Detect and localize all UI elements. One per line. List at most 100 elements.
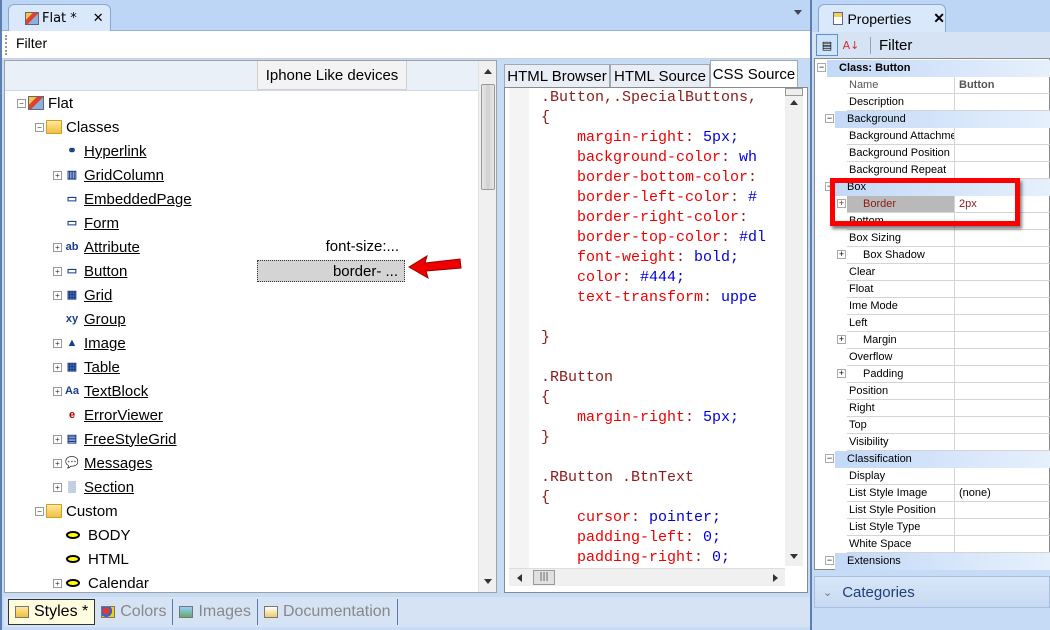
scrollbar-thumb[interactable]: ||| <box>533 570 555 585</box>
expand-icon[interactable]: + <box>53 170 62 180</box>
property-row[interactable]: Ime Mode <box>815 298 1050 315</box>
property-row[interactable]: + Padding <box>815 366 1050 383</box>
close-icon[interactable]: ✕ <box>93 11 104 26</box>
scroll-left-icon[interactable] <box>517 574 522 582</box>
property-value[interactable] <box>954 94 1050 111</box>
tree-vertical-scrollbar[interactable] <box>478 61 496 592</box>
tab-css-source[interactable]: CSS Source <box>710 60 798 88</box>
tree-item[interactable]: − Custom <box>35 500 118 522</box>
property-value[interactable] <box>954 536 1050 553</box>
property-row[interactable]: + Margin <box>815 332 1050 349</box>
property-value[interactable] <box>954 417 1050 434</box>
categorized-view-icon[interactable]: ▤ <box>816 34 838 56</box>
collapse-icon[interactable]: − <box>17 98 26 108</box>
property-row[interactable]: Right <box>815 400 1050 417</box>
scrollbar-thumb[interactable] <box>481 84 495 190</box>
property-category[interactable]: − Background <box>815 111 1050 128</box>
css-source-editor[interactable]: .Button,.SpecialButtons, { margin-right: … <box>509 88 785 568</box>
tree-item[interactable]: e ErrorViewer <box>53 404 163 426</box>
property-row[interactable]: Box Sizing <box>815 230 1050 247</box>
property-value[interactable] <box>954 162 1050 179</box>
tab-html-browser[interactable]: HTML Browser <box>504 64 610 88</box>
scroll-right-icon[interactable] <box>773 574 778 582</box>
property-value[interactable] <box>954 247 1050 264</box>
tree-item[interactable]: ▭ Form <box>53 212 119 234</box>
sort-alphabetical-icon[interactable]: A↓ <box>840 34 862 56</box>
property-value[interactable] <box>954 281 1050 298</box>
collapse-icon[interactable]: − <box>825 114 834 123</box>
style-value-cell[interactable]: font-size:... <box>257 236 405 258</box>
bottom-tab-images[interactable]: Images <box>173 599 258 625</box>
tree-item[interactable]: − Classes <box>35 116 119 138</box>
collapse-icon[interactable]: − <box>817 63 826 72</box>
property-value[interactable] <box>954 315 1050 332</box>
properties-tab[interactable]: Properties ✕ <box>818 4 946 32</box>
tree-item[interactable]: + 💬 Messages <box>53 452 152 474</box>
code-vertical-scrollbar[interactable] <box>785 88 803 566</box>
property-value[interactable] <box>954 298 1050 315</box>
expand-icon[interactable]: + <box>53 578 62 588</box>
expand-icon[interactable]: + <box>53 290 62 300</box>
expand-icon[interactable]: + <box>53 386 62 396</box>
property-value[interactable] <box>954 468 1050 485</box>
expand-icon[interactable]: + <box>53 458 62 468</box>
property-row[interactable]: Clear <box>815 264 1050 281</box>
code-horizontal-scrollbar[interactable]: ||| <box>509 568 785 586</box>
tree-item[interactable]: + Aa TextBlock <box>53 380 148 402</box>
property-row[interactable]: Visibility <box>815 434 1050 451</box>
property-category[interactable]: − Class: Button <box>815 60 1050 77</box>
tab-html-source[interactable]: HTML Source <box>610 64 710 88</box>
tree-item[interactable]: + ▦ Grid <box>53 284 112 306</box>
property-row[interactable]: White Space <box>815 536 1050 553</box>
collapse-icon[interactable]: − <box>825 454 834 463</box>
collapse-icon[interactable]: − <box>35 506 44 516</box>
property-category[interactable]: − Extensions <box>815 553 1050 570</box>
property-value[interactable] <box>954 519 1050 536</box>
property-value[interactable] <box>954 434 1050 451</box>
tree-item[interactable]: HTML <box>53 548 129 570</box>
document-tab-flat[interactable]: Flat * ✕ <box>8 4 111 31</box>
tree-item[interactable]: + ▲ Image <box>53 332 126 354</box>
expand-icon[interactable]: + <box>53 242 62 252</box>
property-value[interactable]: (none) <box>954 485 1050 502</box>
property-value[interactable] <box>954 128 1050 145</box>
collapse-icon[interactable]: − <box>825 556 834 565</box>
categories-panel[interactable]: ⌄ Categories <box>814 576 1050 608</box>
expand-icon[interactable]: + <box>53 482 62 492</box>
tree-item[interactable]: ⚭ Hyperlink <box>53 140 146 162</box>
tree-item[interactable]: ▭ EmbeddedPage <box>53 188 192 210</box>
property-value[interactable]: Button <box>954 77 1050 94</box>
property-row[interactable]: Background Attachme <box>815 128 1050 145</box>
column-header-device[interactable]: Iphone Like devices <box>257 61 407 90</box>
property-value[interactable] <box>954 230 1050 247</box>
scroll-down-icon[interactable] <box>790 554 798 559</box>
expand-icon[interactable]: + <box>837 335 846 344</box>
collapse-icon[interactable]: − <box>35 122 44 132</box>
property-row[interactable]: Left <box>815 315 1050 332</box>
tree-item[interactable]: − Flat <box>17 92 73 114</box>
toolbar-grip[interactable] <box>5 35 7 55</box>
properties-filter-button[interactable]: Filter <box>870 36 912 54</box>
expand-icon[interactable]: + <box>837 250 846 259</box>
property-value[interactable] <box>954 145 1050 162</box>
expand-icon[interactable]: + <box>53 338 62 348</box>
scroll-up-icon[interactable] <box>790 100 798 105</box>
bottom-tab-styles[interactable]: Styles * <box>8 599 96 625</box>
property-value[interactable] <box>954 400 1050 417</box>
tree-item[interactable]: + Calendar <box>53 572 149 594</box>
property-value[interactable] <box>954 383 1050 400</box>
expand-icon[interactable]: + <box>837 369 846 378</box>
tree-item[interactable]: xy Group <box>53 308 126 330</box>
property-row[interactable]: List Style Image (none) <box>815 485 1050 502</box>
tree-item[interactable]: + ▤ FreeStyleGrid <box>53 428 177 450</box>
property-row[interactable]: Overflow <box>815 349 1050 366</box>
tree-item[interactable]: BODY <box>53 524 131 546</box>
window-list-dropdown-icon[interactable] <box>794 10 802 15</box>
property-row[interactable]: Float <box>815 281 1050 298</box>
tree-item[interactable]: + ab Attribute <box>53 236 140 258</box>
property-row[interactable]: List Style Type <box>815 519 1050 536</box>
close-icon[interactable]: ✕ <box>933 10 945 27</box>
style-value-cell[interactable]: border- ... <box>257 260 405 282</box>
property-value[interactable] <box>954 332 1050 349</box>
property-row[interactable]: Position <box>815 383 1050 400</box>
